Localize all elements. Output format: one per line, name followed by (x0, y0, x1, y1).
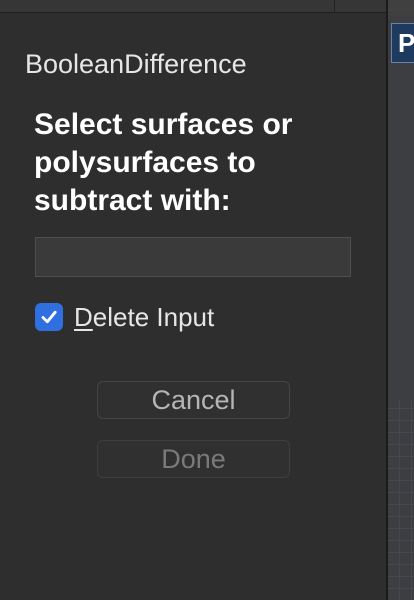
delete-input-label-text: elete Input (92, 302, 215, 332)
delete-input-checkbox[interactable] (35, 303, 63, 331)
viewport-grid (388, 400, 414, 600)
mnemonic-letter: D (74, 302, 93, 332)
delete-input-label[interactable]: Delete Input (74, 302, 214, 332)
command-input-field[interactable] (35, 237, 351, 277)
checkmark-icon (41, 310, 57, 324)
viewport-area[interactable]: P (388, 0, 414, 600)
command-title: BooleanDifference (25, 49, 247, 79)
delete-input-option[interactable]: Delete Input (35, 302, 214, 332)
command-prompt: Select surfaces or polysurfaces to subtr… (34, 108, 293, 217)
top-toolbar-strip (0, 0, 388, 13)
viewport-header (388, 0, 414, 15)
toolbar-divider (334, 0, 335, 12)
viewport-title-label: P (398, 28, 414, 58)
done-button[interactable]: Done (97, 440, 290, 478)
viewport-title-tab[interactable]: P (391, 23, 414, 63)
cancel-button[interactable]: Cancel (97, 381, 290, 419)
